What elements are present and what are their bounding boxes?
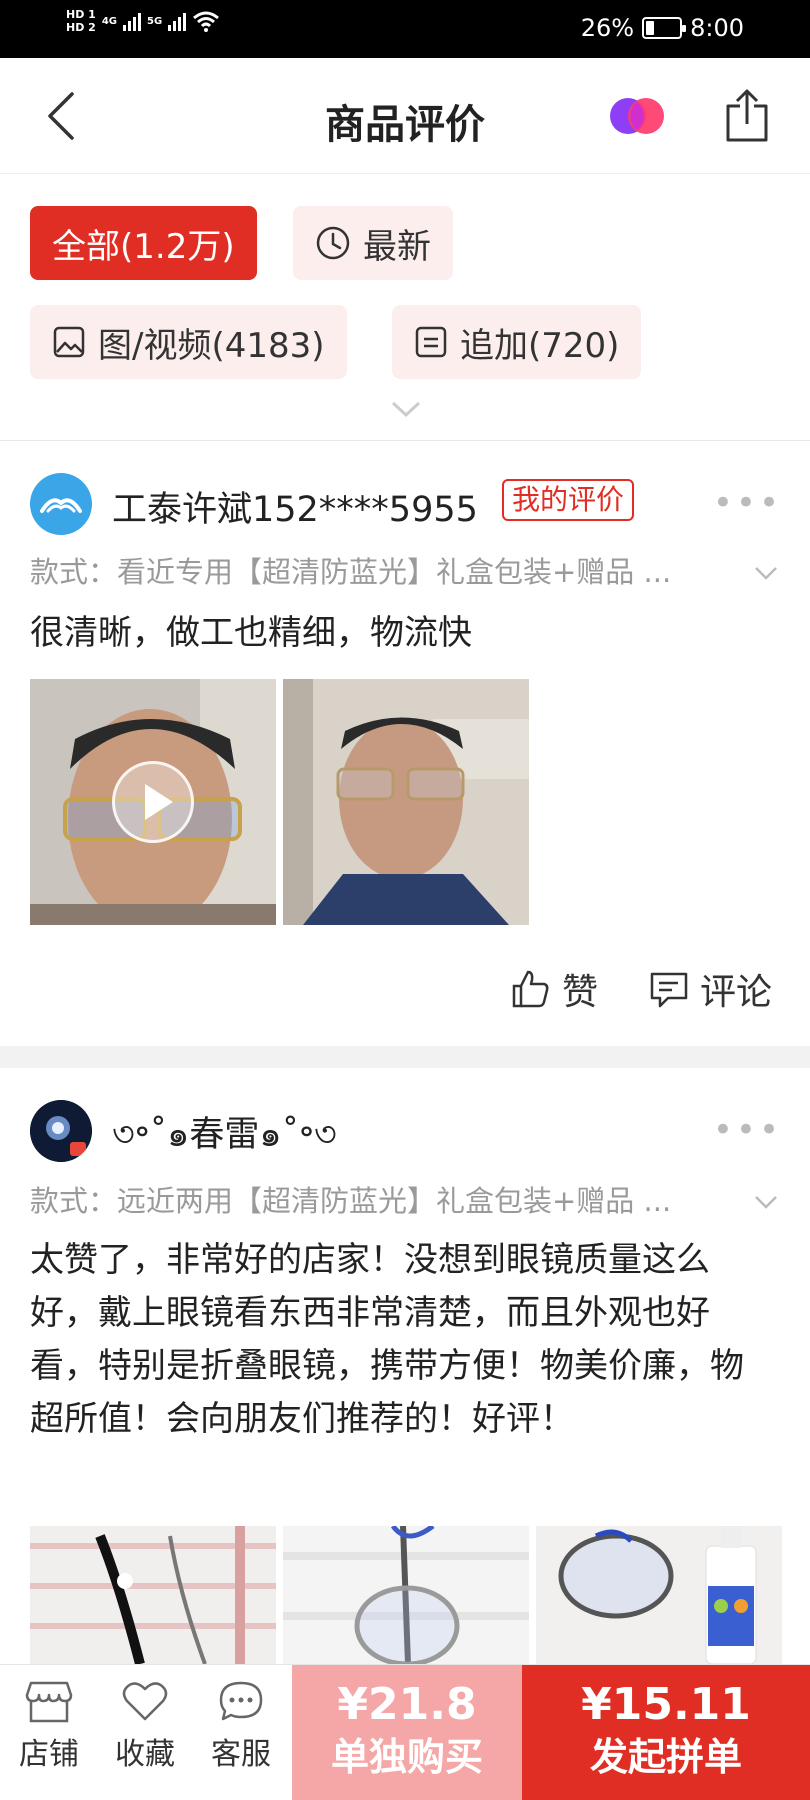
photo-image bbox=[30, 1526, 276, 1664]
filter-append-label: 追加(720) bbox=[460, 325, 620, 366]
photo-image bbox=[283, 1526, 529, 1664]
review-photo-thumb[interactable] bbox=[536, 1526, 782, 1664]
document-icon bbox=[415, 326, 447, 358]
network-2-label: 5G bbox=[147, 15, 163, 27]
product-spec: 款式：远近两用【超清防蓝光】礼盒包装+赠品 ... bbox=[30, 1184, 672, 1218]
photo-image bbox=[536, 1526, 782, 1664]
group-buy-button[interactable]: ¥15.11 发起拼单 bbox=[522, 1665, 810, 1800]
filter-all[interactable]: 全部(1.2万) bbox=[30, 206, 257, 280]
filter-media[interactable]: 图/视频(4183) bbox=[30, 305, 347, 379]
more-options-icon[interactable]: ••• bbox=[713, 1110, 782, 1150]
bottom-bar: 店铺 收藏 客服 ¥21.8 单独购买 ¥15.11 发起拼单 bbox=[0, 1664, 810, 1800]
signal-2-icon bbox=[168, 11, 187, 31]
review-card: 工泰许斌152****5955 我的评价 ••• 款式：看近专用【超清防蓝光】礼… bbox=[0, 441, 810, 1046]
status-bar: HD 1 HD 2 4G 5G 26% 8:00 bbox=[0, 0, 810, 58]
review-photo-thumb[interactable] bbox=[30, 1526, 276, 1664]
filter-panel: 全部(1.2万) 最新 图/视频(4183) 追加(720) bbox=[0, 175, 810, 440]
like-label: 赞 bbox=[562, 972, 599, 1013]
filter-all-label: 全部(1.2万) bbox=[52, 226, 235, 267]
battery-icon bbox=[642, 17, 687, 39]
photo-image bbox=[283, 679, 529, 925]
battery-percent: 26% bbox=[580, 14, 635, 42]
review-photo-thumb[interactable] bbox=[283, 679, 529, 925]
page-title: 商品评价 bbox=[325, 102, 485, 148]
customer-service-button[interactable]: 客服 bbox=[200, 1679, 282, 1773]
avatar[interactable] bbox=[30, 473, 92, 535]
review-text: 太赞了，非常好的店家！没想到眼镜质量这么好，戴上眼镜看东西非常清楚，而且外观也好… bbox=[30, 1240, 744, 1439]
service-label: 客服 bbox=[211, 1737, 271, 1772]
comment-icon bbox=[650, 972, 688, 1008]
hd1-label: HD 1 bbox=[66, 8, 96, 21]
nav-bar: 商品评价 bbox=[0, 58, 810, 174]
bird-icon bbox=[40, 498, 82, 513]
status-right: 26% 8:00 bbox=[581, 14, 744, 42]
store-label: 店铺 bbox=[19, 1737, 79, 1772]
play-icon[interactable] bbox=[112, 761, 194, 843]
clock: 8:00 bbox=[690, 14, 744, 42]
share-icon[interactable] bbox=[722, 88, 772, 144]
image-icon bbox=[53, 326, 85, 358]
status-left: HD 1 HD 2 4G 5G bbox=[66, 8, 220, 34]
signal-1-icon bbox=[123, 11, 141, 31]
hd2-label: HD 2 bbox=[66, 21, 96, 34]
chat-icon bbox=[219, 1681, 263, 1721]
filter-latest[interactable]: 最新 bbox=[293, 206, 453, 280]
wifi-icon bbox=[193, 11, 220, 32]
thumbs-up-icon bbox=[512, 970, 549, 1008]
review-text: 很清晰，做工也精细，物流快 bbox=[30, 613, 472, 653]
favorite-label: 收藏 bbox=[115, 1737, 175, 1772]
group-price: ¥15.11 bbox=[581, 1679, 751, 1730]
my-review-tag: 我的评价 bbox=[502, 479, 635, 521]
buy-alone-button[interactable]: ¥21.8 单独购买 bbox=[292, 1665, 522, 1800]
comment-label: 评论 bbox=[700, 972, 773, 1013]
review-video-thumb[interactable] bbox=[30, 679, 276, 925]
battery-fill bbox=[646, 21, 655, 35]
single-price: ¥21.8 bbox=[337, 1679, 477, 1730]
store-button[interactable]: 店铺 bbox=[8, 1679, 90, 1773]
chevron-down-icon[interactable] bbox=[754, 1194, 778, 1210]
app-logo-icon[interactable] bbox=[604, 96, 668, 136]
avatar[interactable] bbox=[30, 1100, 92, 1162]
product-spec: 款式：看近专用【超清防蓝光】礼盒包装+赠品 ... bbox=[30, 555, 672, 589]
reviewer-name: ৩॰˚๑春雷๑˚॰৩ bbox=[112, 1115, 337, 1155]
avatar-image bbox=[30, 1100, 92, 1162]
store-icon bbox=[25, 1681, 73, 1723]
chevron-down-icon[interactable] bbox=[754, 565, 778, 581]
favorite-button[interactable]: 收藏 bbox=[104, 1679, 186, 1773]
network-1-label: 4G bbox=[101, 15, 117, 27]
filter-latest-label: 最新 bbox=[363, 226, 431, 267]
like-button[interactable]: 赞 bbox=[510, 963, 598, 1015]
comment-button[interactable]: 评论 bbox=[648, 963, 772, 1015]
reviewer-name: 工泰许斌152****5955 bbox=[112, 490, 478, 530]
heart-icon bbox=[122, 1682, 168, 1721]
filter-media-label: 图/视频(4183) bbox=[98, 325, 325, 366]
filter-append[interactable]: 追加(720) bbox=[392, 305, 642, 379]
section-divider bbox=[0, 1046, 810, 1068]
group-buy-label: 发起拼单 bbox=[589, 1735, 742, 1779]
more-options-icon[interactable]: ••• bbox=[713, 483, 782, 523]
clock-icon bbox=[316, 226, 350, 260]
single-buy-label: 单独购买 bbox=[330, 1735, 483, 1779]
chevron-down-icon[interactable] bbox=[390, 399, 422, 419]
review-photo-thumb[interactable] bbox=[283, 1526, 529, 1664]
review-card: ৩॰˚๑春雷๑˚॰৩ ••• 款式：远近两用【超清防蓝光】礼盒包装+赠品 ...… bbox=[0, 1068, 810, 1664]
